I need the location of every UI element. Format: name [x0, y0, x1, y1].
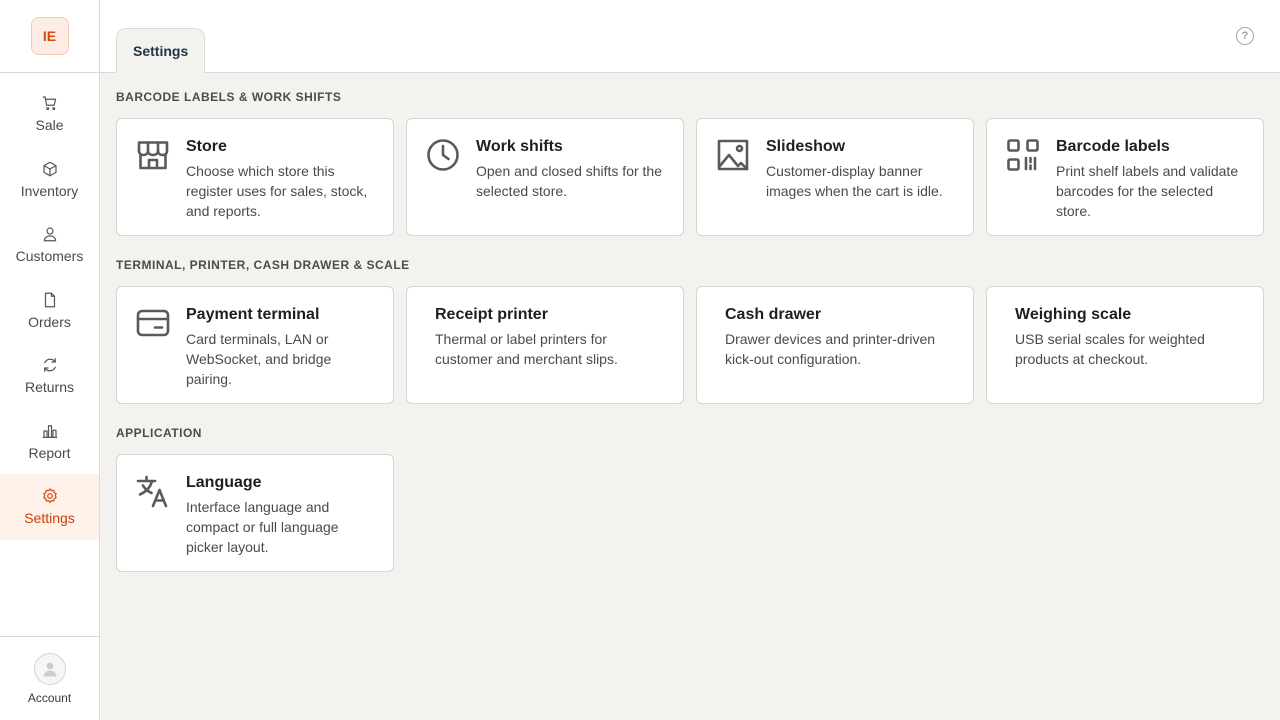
sidebar: IE Sale Inventory Customers Orders Retur…: [0, 0, 100, 720]
credit-card-icon: [135, 305, 171, 341]
help-icon[interactable]: ?: [1236, 27, 1254, 45]
barcode-labels-card[interactable]: Barcode labels Print shelf labels and va…: [986, 118, 1264, 236]
work-shifts-card[interactable]: Work shifts Open and closed shifts for t…: [406, 118, 684, 236]
card-title: Receipt printer: [435, 306, 548, 323]
qr-code-icon: [1005, 137, 1041, 173]
clock-icon: [425, 137, 461, 173]
sidebar-item-label: Report: [28, 444, 71, 461]
sidebar-item-sale[interactable]: Sale: [0, 81, 99, 147]
section-title: BARCODE LABELS & WORK SHIFTS: [116, 90, 342, 104]
sidebar-item-label: Inventory: [20, 182, 79, 199]
refresh-icon: [43, 358, 56, 373]
sidebar-item-label: Customers: [15, 248, 84, 265]
bar-chart-icon: [42, 424, 57, 438]
sidebar-item-label: Returns: [24, 379, 75, 396]
sidebar-item-inventory[interactable]: Inventory: [0, 147, 99, 213]
card-description: USB serial scales for weighted products …: [1015, 331, 1205, 367]
sidebar-item-orders[interactable]: Orders: [0, 278, 99, 344]
sidebar-nav: Sale Inventory Customers Orders Returns …: [0, 73, 99, 540]
box-icon: [42, 161, 57, 177]
settings-section-hardware: Payment terminal Card terminals, LAN or …: [116, 286, 1264, 404]
account-label: Account: [27, 690, 72, 705]
card-title: Language: [186, 474, 262, 491]
gear-icon: [42, 488, 57, 504]
card-title: Payment terminal: [186, 306, 320, 323]
weighing-scale-card[interactable]: Weighing scale USB serial scales for wei…: [986, 286, 1264, 404]
cart-icon: [42, 96, 56, 111]
store-icon: [135, 137, 171, 173]
sidebar-item-label: Settings: [24, 510, 75, 527]
tab-settings[interactable]: Settings: [116, 28, 206, 73]
image-icon: [715, 137, 751, 173]
account-button[interactable]: Account: [0, 636, 99, 720]
section-title: TERMINAL, PRINTER, CASH DRAWER & SCALE: [116, 258, 410, 272]
sidebar-item-report[interactable]: Report: [0, 409, 99, 475]
store-card[interactable]: Store Choose which store this register u…: [116, 118, 394, 236]
card-description: Thermal or label printers for customer a…: [435, 331, 618, 367]
sidebar-item-label: Orders: [28, 313, 71, 330]
section-title: APPLICATION: [116, 426, 202, 440]
top-bar: Settings ?: [100, 0, 1280, 73]
card-description: Customer-display banner images when the …: [766, 163, 943, 199]
card-title: Weighing scale: [1015, 306, 1132, 323]
document-icon: [44, 292, 55, 308]
avatar: [33, 652, 66, 685]
sidebar-item-settings[interactable]: Settings: [0, 474, 99, 540]
sidebar-item-customers[interactable]: Customers: [0, 212, 99, 278]
translate-icon: [135, 473, 171, 509]
card-title: Slideshow: [766, 138, 846, 155]
receipt-printer-card[interactable]: Receipt printer Thermal or label printer…: [406, 286, 684, 404]
sidebar-item-label: Sale: [35, 117, 64, 134]
language-card[interactable]: Language Interface language and compact …: [116, 454, 394, 572]
logo-area: IE: [0, 0, 99, 73]
settings-section-barcode-shifts: Store Choose which store this register u…: [116, 118, 1264, 236]
user-avatar-icon: [43, 662, 56, 676]
card-title: Work shifts: [476, 138, 563, 155]
app-logo[interactable]: IE: [30, 17, 69, 55]
card-description: Choose which store this register uses fo…: [186, 163, 368, 219]
sidebar-item-returns[interactable]: Returns: [0, 343, 99, 409]
card-description: Interface language and compact or full l…: [186, 499, 339, 555]
card-description: Print shelf labels and validate barcodes…: [1056, 163, 1239, 219]
card-description: Open and closed shifts for the selected …: [476, 163, 662, 199]
card-title: Barcode labels: [1056, 138, 1170, 155]
settings-section-application: Language Interface language and compact …: [116, 454, 1264, 572]
payment-terminal-card[interactable]: Payment terminal Card terminals, LAN or …: [116, 286, 394, 404]
user-icon: [43, 227, 56, 242]
card-description: Card terminals, LAN or WebSocket, and br…: [186, 331, 332, 387]
card-title: Store: [186, 138, 227, 155]
settings-content: BARCODE LABELS & WORK SHIFTS Store Choos…: [116, 73, 1264, 594]
card-title: Cash drawer: [725, 306, 822, 323]
card-description: Drawer devices and printer-driven kick-o…: [725, 331, 936, 367]
slideshow-card[interactable]: Slideshow Customer-display banner images…: [696, 118, 974, 236]
cash-drawer-card[interactable]: Cash drawer Drawer devices and printer-d…: [696, 286, 974, 404]
